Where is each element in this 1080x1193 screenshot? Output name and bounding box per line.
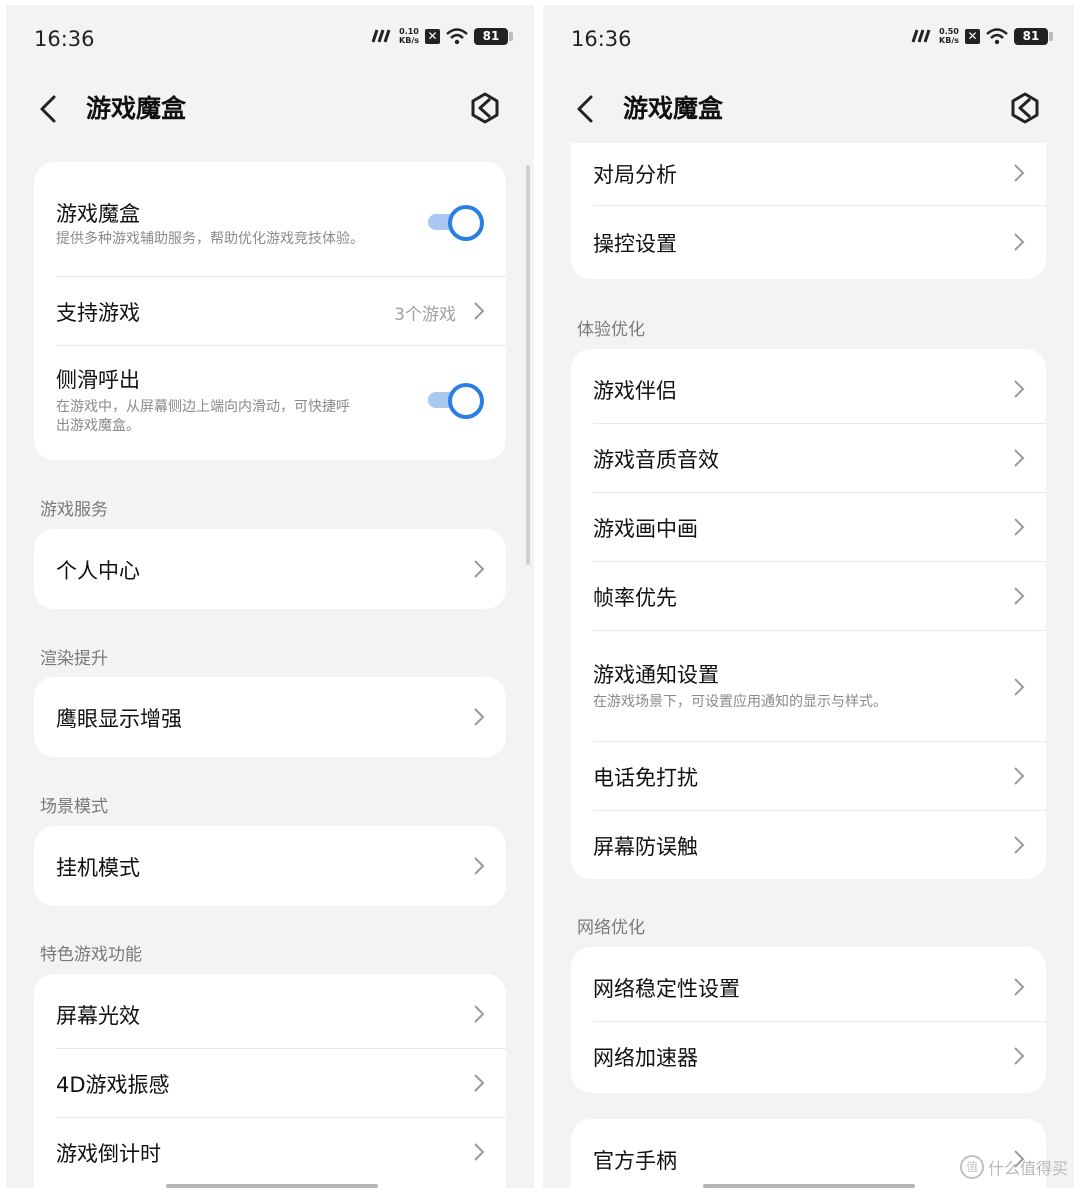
scrollbar[interactable] [526, 165, 530, 565]
swipe-call-toggle[interactable] [426, 382, 486, 419]
chevron-right-icon [1014, 380, 1025, 398]
anti-mistouch-row[interactable]: 屏幕防误触 [593, 811, 1046, 879]
game-brand-icon[interactable] [468, 91, 502, 125]
status-time: 16:36 [571, 27, 632, 51]
watermark: 值 什么值得买 [959, 1155, 1068, 1179]
chevron-right-icon [474, 560, 485, 578]
chevron-right-icon [1014, 518, 1025, 536]
page-title: 游戏魔盒 [623, 94, 724, 123]
watermark-logo-icon: 值 [959, 1155, 984, 1179]
pip-row[interactable]: 游戏画中画 [593, 493, 1046, 562]
render-boost-card: 鹰眼显示增强 [34, 677, 506, 757]
chevron-right-icon [474, 1143, 485, 1161]
section-label-special: 特色游戏功能 [40, 945, 142, 965]
game-brand-icon[interactable] [1008, 91, 1042, 125]
supported-games-title: 支持游戏 [56, 301, 140, 325]
section-label-render-boost: 渲染提升 [40, 649, 108, 669]
chevron-right-icon [474, 302, 485, 320]
app-header: 游戏魔盒 [6, 75, 534, 143]
section-label-game-service: 游戏服务 [40, 500, 108, 520]
right-screen: 16:36 0.50 KB/s ✕ 81 游戏魔盒 对局分析 操控设置 体验优化… [543, 5, 1074, 1188]
scene-mode-card: 挂机模式 [34, 826, 506, 906]
section-label-network: 网络优化 [577, 918, 645, 938]
supported-games-row[interactable]: 支持游戏 3个游戏 [56, 277, 506, 346]
page-title: 游戏魔盒 [86, 94, 187, 123]
app-header: 游戏魔盒 [543, 75, 1074, 143]
chevron-right-icon [1014, 164, 1025, 182]
chevron-right-icon [1014, 587, 1025, 605]
signal-icon [371, 29, 391, 43]
swipe-call-subtitle-line2: 出游戏魔盒。 [56, 418, 140, 434]
supported-games-count: 3个游戏 [394, 305, 456, 325]
status-time: 16:36 [34, 27, 95, 51]
status-bar: 16:36 0.50 KB/s ✕ 81 [543, 5, 1074, 75]
wifi-icon [986, 27, 1008, 44]
left-screen: 16:36 0.10 KB/s ✕ 81 游戏魔盒 游戏魔盒 提供多种游戏辅助服… [6, 5, 534, 1188]
chevron-right-icon [1014, 1047, 1025, 1065]
net-speed: 0.10 KB/s [399, 27, 419, 45]
chevron-right-icon [1014, 978, 1025, 996]
idle-mode-row[interactable]: 挂机模式 [56, 826, 506, 906]
watermark-text: 什么值得买 [987, 1159, 1068, 1178]
game-service-card: 个人中心 [34, 529, 506, 609]
top-card: 对局分析 操控设置 [571, 143, 1046, 279]
chevron-right-icon [1014, 233, 1025, 251]
section-label-scene-mode: 场景模式 [40, 797, 108, 817]
net-speed: 0.50 KB/s [939, 27, 959, 45]
chevron-right-icon [1014, 836, 1025, 854]
status-bar: 16:36 0.10 KB/s ✕ 81 [6, 5, 534, 75]
chevron-right-icon [474, 1074, 485, 1092]
notification-settings-row[interactable]: 游戏通知设置 在游戏场景下，可设置应用通知的显示与样式。 [593, 631, 1046, 742]
countdown-row[interactable]: 游戏倒计时 [56, 1118, 506, 1186]
section-label-experience: 体验优化 [577, 320, 645, 340]
audio-effects-row[interactable]: 游戏音质音效 [593, 424, 1046, 493]
game-companion-row[interactable]: 游戏伴侣 [593, 355, 1046, 424]
chevron-right-icon [1014, 678, 1025, 696]
back-arrow-icon[interactable] [573, 93, 599, 125]
swipe-call-title: 侧滑呼出 [56, 368, 140, 392]
experience-card: 游戏伴侣 游戏音质音效 游戏画中画 帧率优先 游戏通知设置 在游戏场景下，可设置… [571, 349, 1046, 879]
signal-icon [911, 29, 931, 43]
game-box-title: 游戏魔盒 [56, 202, 140, 226]
network-card: 网络稳定性设置 网络加速器 [571, 947, 1046, 1093]
chevron-right-icon [474, 857, 485, 875]
personal-center-row[interactable]: 个人中心 [56, 529, 506, 609]
chevron-right-icon [474, 1005, 485, 1023]
call-dnd-row[interactable]: 电话免打扰 [593, 742, 1046, 811]
main-settings-card: 游戏魔盒 提供多种游戏辅助服务，帮助优化游戏竞技体验。 支持游戏 3个游戏 侧滑… [34, 162, 506, 460]
wifi-icon [446, 27, 468, 44]
frame-rate-row[interactable]: 帧率优先 [593, 562, 1046, 631]
game-box-row[interactable]: 游戏魔盒 提供多种游戏辅助服务，帮助优化游戏竞技体验。 [56, 162, 506, 277]
screen-light-row[interactable]: 屏幕光效 [56, 980, 506, 1049]
battery-icon: 81 [1014, 27, 1053, 45]
game-box-subtitle: 提供多种游戏辅助服务，帮助优化游戏竞技体验。 [56, 231, 364, 247]
back-arrow-icon[interactable] [36, 93, 62, 125]
network-stability-row[interactable]: 网络稳定性设置 [593, 953, 1046, 1022]
home-indicator[interactable] [166, 1184, 378, 1188]
control-settings-row[interactable]: 操控设置 [593, 206, 1046, 279]
special-features-card: 屏幕光效 4D游戏振感 游戏倒计时 [34, 974, 506, 1188]
swipe-call-row[interactable]: 侧滑呼出 在游戏中，从屏幕侧边上端向内滑动，可快捷呼 出游戏魔盒。 [56, 346, 506, 460]
no-sim-icon: ✕ [965, 28, 980, 44]
match-analysis-row[interactable]: 对局分析 [593, 143, 1046, 206]
chevron-right-icon [1014, 767, 1025, 785]
swipe-call-subtitle-line1: 在游戏中，从屏幕侧边上端向内滑动，可快捷呼 [56, 399, 350, 415]
chevron-right-icon [474, 708, 485, 726]
chevron-right-icon [1014, 449, 1025, 467]
home-indicator[interactable] [703, 1184, 915, 1188]
4d-vibration-row[interactable]: 4D游戏振感 [56, 1049, 506, 1118]
network-accelerator-row[interactable]: 网络加速器 [593, 1022, 1046, 1090]
no-sim-icon: ✕ [425, 28, 440, 44]
game-box-toggle[interactable] [426, 204, 486, 241]
eagle-eye-row[interactable]: 鹰眼显示增强 [56, 677, 506, 757]
battery-icon: 81 [474, 27, 513, 45]
